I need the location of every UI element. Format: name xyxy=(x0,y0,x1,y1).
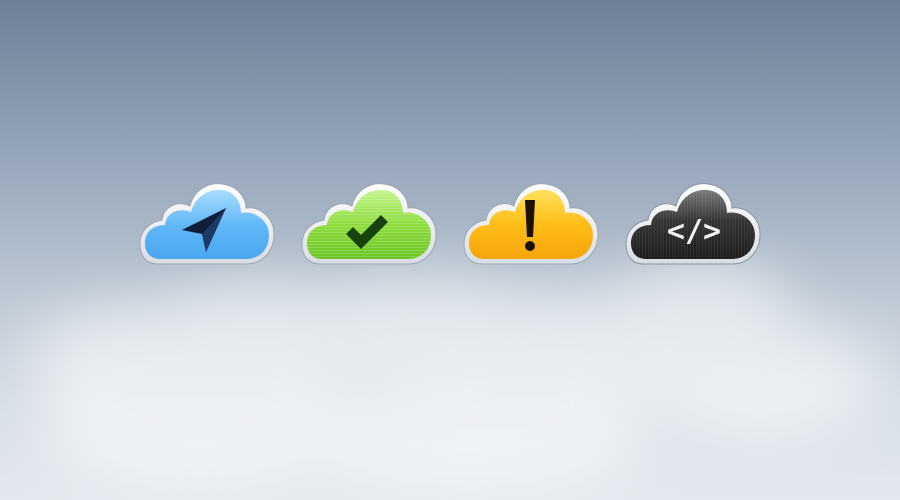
navigate-cloud-button[interactable] xyxy=(138,178,278,268)
exclamation-icon xyxy=(525,200,535,251)
navigate-cloud-icon xyxy=(139,183,275,265)
warning-cloud-icon xyxy=(463,183,599,265)
success-cloud-button[interactable] xyxy=(300,178,440,268)
code-cloud-button[interactable]: </> xyxy=(624,178,764,268)
code-cloud-icon: </> xyxy=(625,183,761,265)
cloud-icons-row: </> xyxy=(0,0,900,500)
code-icon: </> xyxy=(667,214,721,249)
success-cloud-icon xyxy=(301,183,437,265)
warning-cloud-button[interactable] xyxy=(462,178,602,268)
